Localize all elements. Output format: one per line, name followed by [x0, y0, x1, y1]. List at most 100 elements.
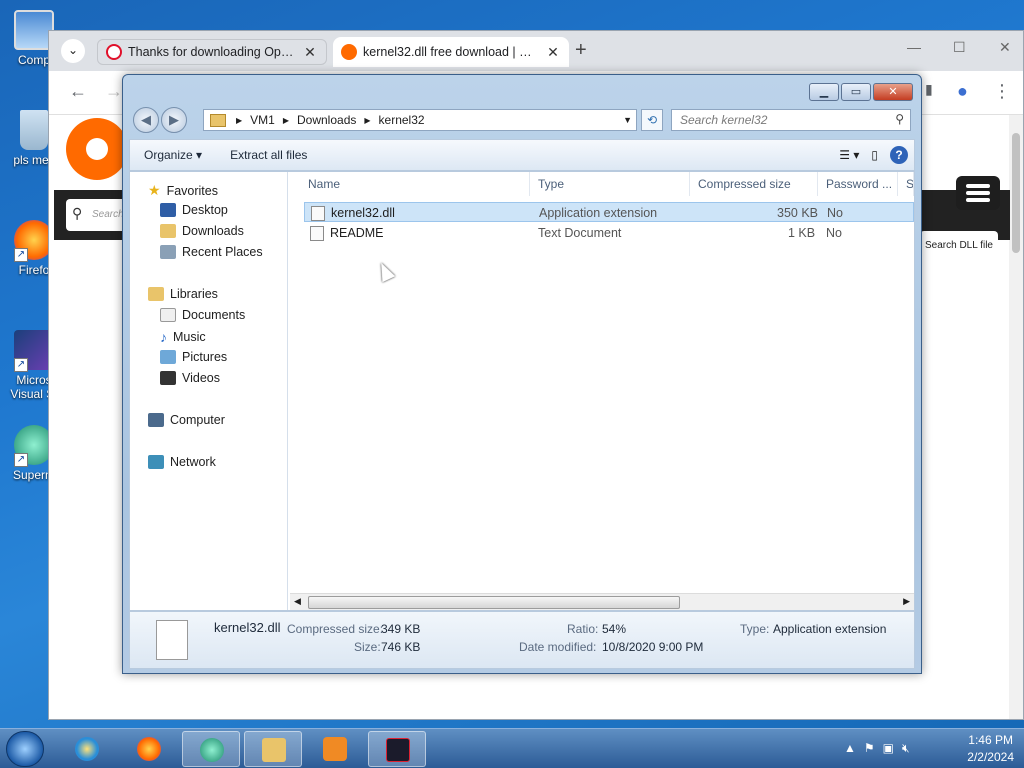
- tab-search-chevron-icon[interactable]: ⌄: [61, 39, 85, 63]
- site-search-button[interactable]: Search DLL file: [920, 231, 998, 261]
- search-icon[interactable]: ⚲: [895, 112, 904, 126]
- help-icon[interactable]: ?: [890, 146, 908, 164]
- tab-close-icon[interactable]: ✕: [302, 44, 318, 61]
- details-file-name: kernel32.dll: [214, 620, 281, 635]
- star-icon: ★: [148, 182, 161, 198]
- nav-computer[interactable]: Computer: [148, 413, 225, 427]
- nav-item-desktop[interactable]: Desktop: [160, 203, 228, 217]
- nav-libraries[interactable]: Libraries: [148, 287, 218, 301]
- taskbar-ie[interactable]: [58, 731, 116, 767]
- network-icon[interactable]: ▣: [883, 741, 894, 756]
- library-icon: [148, 287, 164, 301]
- explorer-caption-buttons: ▁ ▭ ✕: [807, 83, 913, 101]
- organize-button[interactable]: Organize ▾: [130, 148, 216, 162]
- internet-explorer-icon: [75, 737, 99, 761]
- recycle-bin-icon: [20, 110, 48, 150]
- system-tray: ▲ ⚑ ▣ 🔇︎: [844, 741, 910, 756]
- nav-item-pictures[interactable]: Pictures: [160, 350, 227, 364]
- music-icon: ♪: [160, 329, 167, 345]
- shortcut-arrow-icon: ↗: [14, 248, 28, 262]
- nav-favorites[interactable]: ★ Favorites: [148, 182, 218, 199]
- site-logo-gear-icon: [66, 118, 128, 180]
- folder-icon: [210, 113, 226, 127]
- videos-icon: [160, 371, 176, 385]
- tab-strip: ⌄ Thanks for downloading Opera ✕ kernel3…: [49, 31, 1023, 71]
- network-icon: [148, 455, 164, 469]
- file-row[interactable]: kernel32.dll Application extension 350 K…: [304, 202, 914, 222]
- profile-icon[interactable]: ●: [957, 81, 968, 102]
- extract-all-button[interactable]: Extract all files: [216, 148, 321, 162]
- horizontal-scrollbar[interactable]: ◀ ▶: [290, 593, 914, 610]
- search-input[interactable]: Search kernel32 ⚲: [671, 109, 911, 131]
- command-bar: Organize ▾ Extract all files ☰ ▾ ▯ ?: [129, 139, 915, 171]
- shortcut-arrow-icon: ↗: [14, 453, 28, 467]
- tab-title: kernel32.dll free download | DLL: [363, 45, 539, 59]
- opera-icon: [106, 44, 122, 60]
- view-options-icon[interactable]: ☰ ▾: [839, 148, 859, 162]
- refresh-icon[interactable]: ⟲: [641, 109, 663, 131]
- close-button[interactable]: ✕: [999, 39, 1011, 56]
- pictures-icon: [160, 350, 176, 364]
- taskbar-terminal[interactable]: [368, 731, 426, 767]
- new-tab-button[interactable]: +: [575, 39, 587, 62]
- archive-explorer-window: ▁ ▭ ✕ ◀ ▶ ▶ VM1 ▶ Downloads ▶ kernel32 ▼…: [122, 74, 922, 674]
- app-icon: [200, 738, 224, 762]
- nav-item-music[interactable]: ♪ Music: [160, 329, 206, 345]
- minimize-button[interactable]: ▁: [809, 83, 839, 101]
- firefox-icon: [137, 737, 161, 761]
- volume-muted-icon[interactable]: 🔇︎: [902, 741, 910, 756]
- site-menu-icon[interactable]: [956, 176, 1000, 210]
- file-list: Name Type Compressed size Password ... S…: [290, 172, 914, 610]
- breadcrumb-vm1[interactable]: VM1: [250, 113, 275, 127]
- computer-icon: [148, 413, 164, 427]
- folder-icon: [262, 738, 286, 762]
- tab-close-icon[interactable]: ✕: [545, 44, 561, 61]
- taskbar-firefox[interactable]: [120, 731, 178, 767]
- details-pane: kernel32.dll Compressed size: 349 KB Siz…: [129, 611, 915, 669]
- media-player-icon: [323, 737, 347, 761]
- column-header-password[interactable]: Password ...: [818, 172, 898, 196]
- forward-button[interactable]: ▶: [161, 107, 187, 133]
- clock[interactable]: 1:46 PM 2/2/2024: [967, 733, 1014, 764]
- maximize-button[interactable]: ☐: [953, 39, 966, 56]
- tab-title: Thanks for downloading Opera: [128, 45, 296, 59]
- start-button[interactable]: [6, 731, 44, 767]
- terminal-icon: [386, 738, 410, 762]
- page-scrollbar[interactable]: [1009, 115, 1023, 719]
- preview-pane-icon[interactable]: ▯: [871, 148, 878, 162]
- show-hidden-icons-icon[interactable]: ▲: [844, 741, 856, 756]
- more-menu-icon[interactable]: ⋮: [993, 81, 1011, 102]
- nav-item-recent-places[interactable]: Recent Places: [160, 245, 263, 259]
- nav-item-videos[interactable]: Videos: [160, 371, 220, 385]
- nav-item-downloads[interactable]: Downloads: [160, 224, 244, 238]
- scroll-left-icon[interactable]: ◀: [294, 596, 301, 607]
- address-bar[interactable]: ▶ VM1 ▶ Downloads ▶ kernel32 ▼: [203, 109, 637, 131]
- back-button[interactable]: ←: [69, 81, 87, 102]
- taskbar-app[interactable]: [182, 731, 240, 767]
- taskbar-media-player[interactable]: [306, 731, 364, 767]
- maximize-button[interactable]: ▭: [841, 83, 871, 101]
- column-header-size[interactable]: Si: [898, 172, 914, 196]
- nav-network[interactable]: Network: [148, 455, 216, 469]
- column-header-type[interactable]: Type: [530, 172, 690, 196]
- back-button[interactable]: ◀: [133, 107, 159, 133]
- address-dropdown-icon[interactable]: ▼: [623, 115, 632, 125]
- clock-date: 2/2/2024: [967, 750, 1014, 764]
- column-header-compressed-size[interactable]: Compressed size: [690, 172, 818, 196]
- sidebar-icon[interactable]: ▮: [925, 81, 933, 98]
- scrollbar-thumb[interactable]: [308, 596, 680, 609]
- close-button[interactable]: ✕: [873, 83, 913, 101]
- tab-kernel32[interactable]: kernel32.dll free download | DLL ✕: [333, 37, 569, 67]
- tab-opera[interactable]: Thanks for downloading Opera ✕: [97, 39, 327, 65]
- minimize-button[interactable]: —: [907, 39, 921, 55]
- forward-button[interactable]: →: [105, 81, 123, 102]
- nav-item-documents[interactable]: Documents: [160, 308, 245, 322]
- action-center-flag-icon[interactable]: ⚑: [864, 741, 875, 756]
- column-header-name[interactable]: Name: [300, 172, 530, 196]
- breadcrumb-kernel32[interactable]: kernel32: [379, 113, 425, 127]
- downloads-icon: [160, 224, 176, 238]
- taskbar-explorer[interactable]: [244, 731, 302, 767]
- breadcrumb-downloads[interactable]: Downloads: [297, 113, 356, 127]
- scroll-right-icon[interactable]: ▶: [903, 596, 910, 607]
- file-row[interactable]: README Text Document 1 KB No: [304, 223, 914, 243]
